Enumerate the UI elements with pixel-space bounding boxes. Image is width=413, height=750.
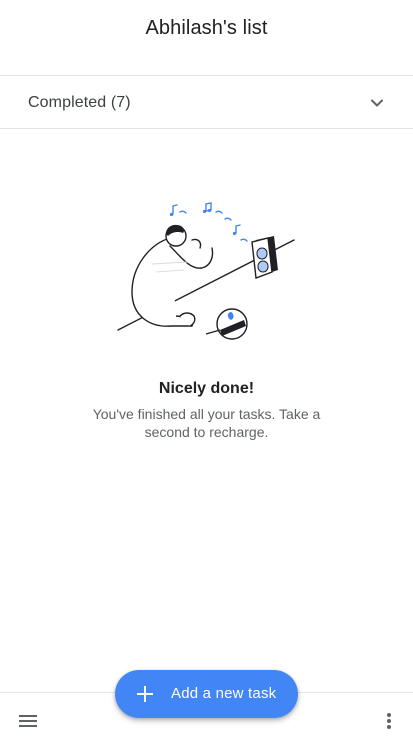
empty-state-illustration — [110, 196, 310, 346]
empty-state-title: Nicely done! — [158, 380, 255, 397]
empty-state-subtitle: You've finished all your tasks. Take a s… — [92, 406, 321, 440]
chevron-down-icon[interactable] — [369, 95, 385, 111]
add-task-label: Add a new task — [171, 685, 277, 702]
menu-icon[interactable] — [16, 709, 40, 733]
tasks-app: Abhilash's list Completed (7) Nicely don… — [0, 0, 413, 750]
more-vert-icon[interactable] — [377, 709, 401, 733]
completed-section-header[interactable]: Completed (7) — [0, 77, 413, 129]
plus-icon — [134, 683, 156, 705]
title-bar: Abhilash's list — [0, 0, 413, 76]
completed-label: Completed (7) — [28, 93, 131, 111]
speaker-icon — [251, 236, 278, 279]
list-title[interactable]: Abhilash's list — [145, 17, 267, 40]
add-task-button[interactable]: Add a new task — [115, 670, 298, 718]
coffee-icon — [205, 308, 248, 340]
